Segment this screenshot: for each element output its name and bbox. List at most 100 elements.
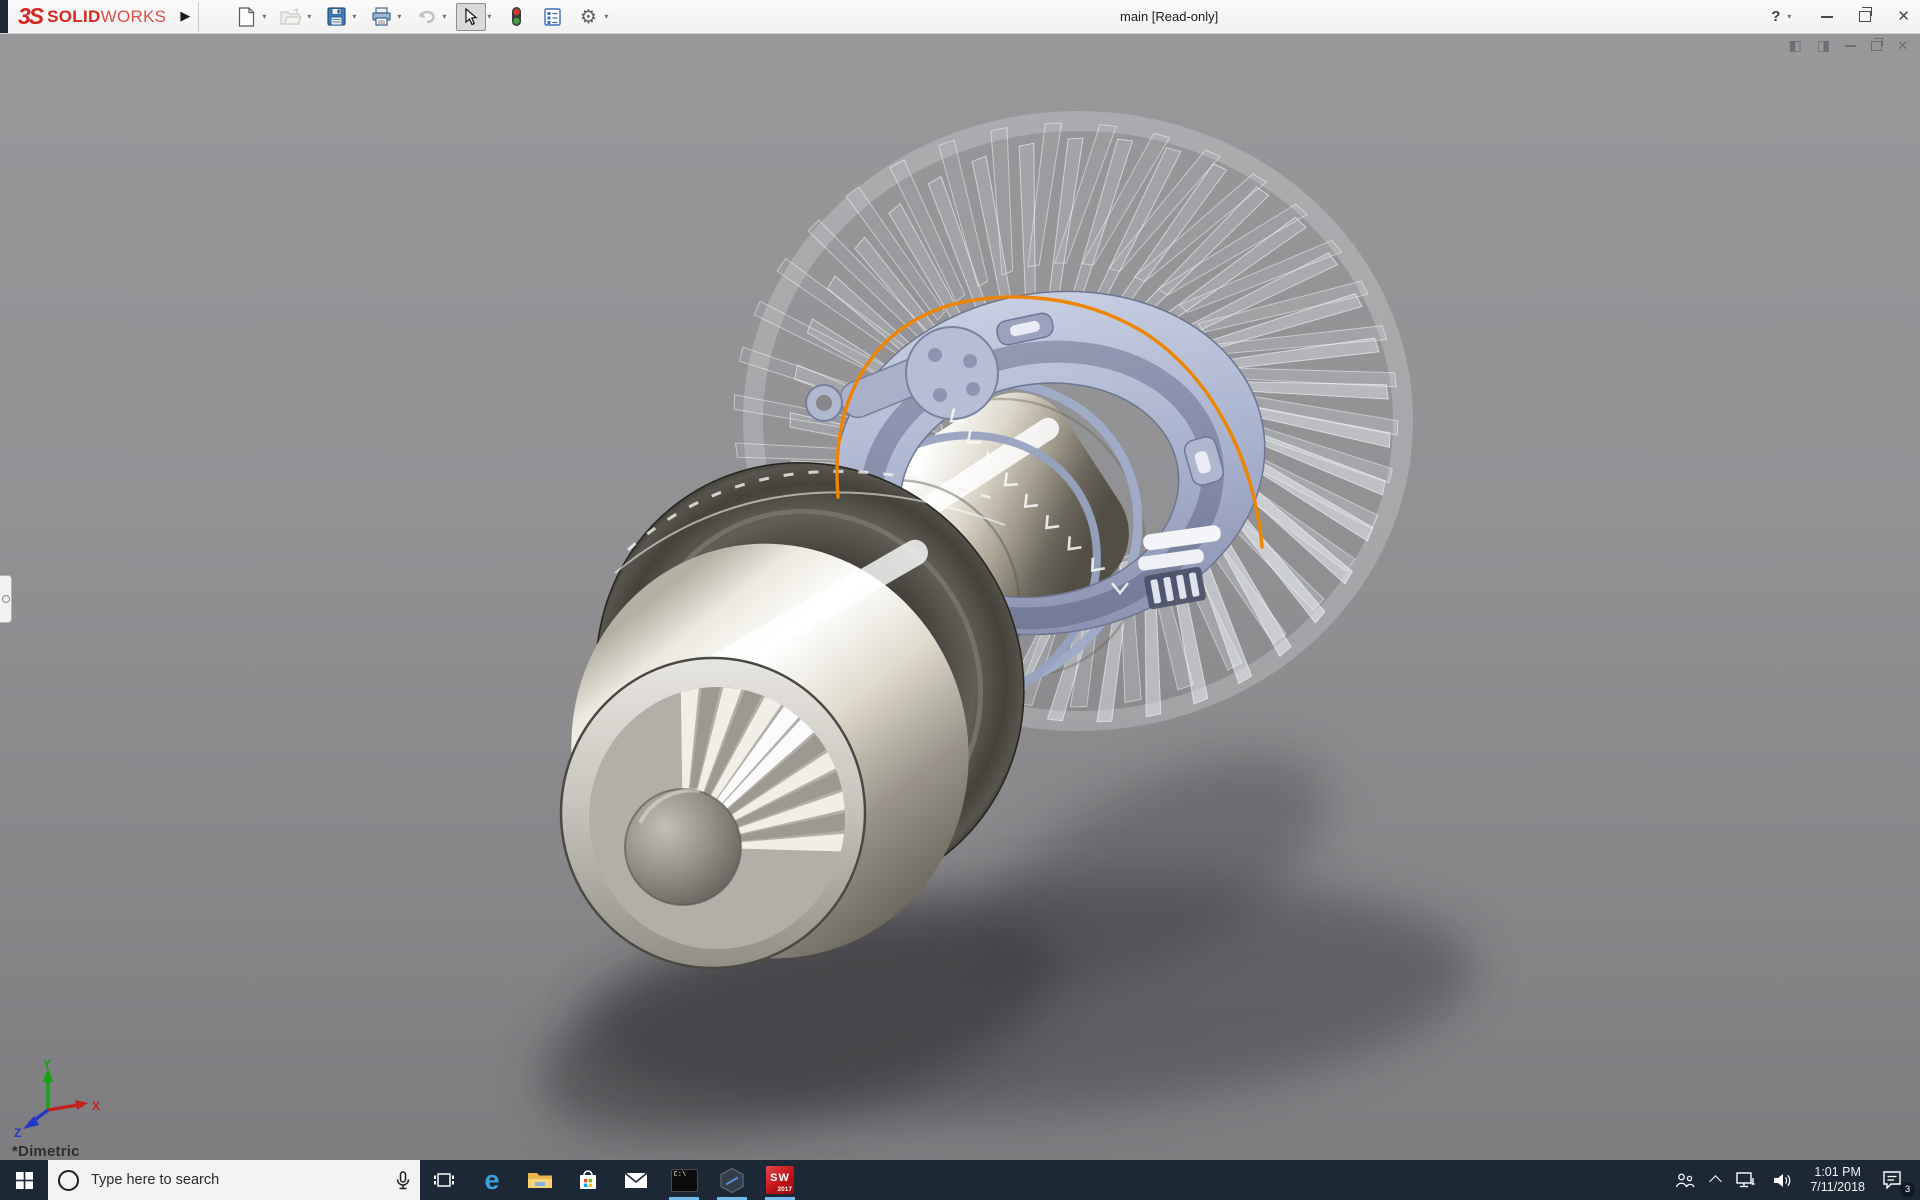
- brand-strip: [0, 0, 8, 33]
- taskbar-app-edge[interactable]: e: [468, 1160, 516, 1200]
- edge-icon: e: [484, 1164, 500, 1195]
- taskbar-app-hexagon[interactable]: [708, 1160, 756, 1200]
- file-properties-button[interactable]: [537, 3, 567, 31]
- triad-y-axis: Y: [42, 1058, 54, 1110]
- options-button[interactable]: ⚙: [573, 3, 603, 31]
- pane-toggle-right-icon[interactable]: ◨: [1817, 39, 1830, 53]
- system-tray: 1:01 PM 7/11/2018 3: [1667, 1160, 1920, 1200]
- help-button[interactable]: ?: [1771, 8, 1780, 25]
- solidworks-logo: 3S SOLID WORKS: [8, 0, 174, 33]
- svg-text:X: X: [92, 1099, 100, 1113]
- tray-overflow-button[interactable]: [1703, 1160, 1728, 1200]
- open-button[interactable]: [276, 3, 306, 31]
- new-document-icon: [238, 6, 254, 27]
- engine-hub[interactable]: [624, 788, 742, 906]
- close-button[interactable]: ✕: [1897, 9, 1910, 24]
- feature-tree-collapsed-tab[interactable]: [0, 575, 12, 623]
- microphone-icon[interactable]: [396, 1170, 410, 1190]
- restore-icon: [1862, 7, 1873, 16]
- save-dropdown-caret[interactable]: ▾: [351, 12, 360, 21]
- doc-restore-icon: [1874, 38, 1884, 46]
- speaker-icon: [1774, 1173, 1791, 1187]
- file-explorer-icon: [528, 1173, 552, 1188]
- people-icon: [1676, 1173, 1695, 1187]
- help-dropdown-caret[interactable]: ▾: [1786, 12, 1795, 21]
- svg-text:Z: Z: [14, 1126, 21, 1138]
- file-properties-icon: [544, 7, 561, 26]
- print-icon: [372, 7, 391, 26]
- undo-dropdown-caret[interactable]: ▾: [441, 12, 450, 21]
- store-icon: [580, 1170, 596, 1189]
- print-button[interactable]: [366, 3, 396, 31]
- app-titlebar: 3S SOLID WORKS ▶ ▾ ▾ ▾ ▾ ▾ ▾ ⚙ ▾ main [R…: [0, 0, 1920, 34]
- gear-icon: ⚙: [579, 5, 597, 28]
- people-tray-button[interactable]: [1667, 1160, 1703, 1200]
- task-view-button[interactable]: [420, 1160, 468, 1200]
- action-center-button[interactable]: 3: [1874, 1160, 1916, 1200]
- chevron-up-icon: [1709, 1175, 1723, 1188]
- new-dropdown-caret[interactable]: ▾: [261, 12, 270, 21]
- open-folder-icon: [280, 7, 303, 25]
- cortana-search-icon: [58, 1169, 79, 1191]
- save-button[interactable]: [321, 3, 351, 31]
- toolbar-separator: [198, 1, 200, 32]
- clock-tray-button[interactable]: 1:01 PM 7/11/2018: [1801, 1160, 1874, 1200]
- tray-time: 1:01 PM: [1814, 1165, 1861, 1179]
- ds-logo-mark-icon: 3S: [18, 3, 44, 29]
- new-document-button[interactable]: [231, 3, 261, 31]
- windows-logo-icon: [15, 1171, 33, 1189]
- mail-icon: [624, 1171, 648, 1188]
- select-cursor-icon: [465, 7, 478, 25]
- taskbar-app-solidworks[interactable]: SW 2017: [756, 1160, 804, 1200]
- menu-flyout-arrow[interactable]: ▶: [174, 9, 196, 24]
- graphics-viewport[interactable]: ◧ ◨ ✕ Y X Z *Dimetric: [0, 33, 1920, 1160]
- taskbar-app-command-prompt[interactable]: C:\: [660, 1160, 708, 1200]
- brand-name-bold: SOLID: [47, 6, 101, 26]
- undo-arrow-icon: [419, 10, 436, 23]
- pane-toggle-left-icon[interactable]: ◧: [1789, 39, 1802, 53]
- window-controls: ? ▾ ✕: [1771, 0, 1910, 33]
- notification-badge: 3: [1900, 1182, 1915, 1197]
- network-icon: [1736, 1172, 1755, 1188]
- save-floppy-icon: [327, 7, 346, 26]
- undo-button[interactable]: [411, 3, 441, 31]
- view-orientation-label: *Dimetric: [12, 1143, 80, 1160]
- start-button[interactable]: [0, 1160, 48, 1200]
- select-dropdown-caret[interactable]: ▾: [486, 12, 495, 21]
- document-title: main [Read-only]: [1120, 9, 1219, 24]
- taskbar: e C:\ SW: [0, 1160, 1920, 1200]
- taskbar-app-mail[interactable]: [612, 1160, 660, 1200]
- doc-minimize-button[interactable]: [1845, 45, 1857, 47]
- rebuild-button[interactable]: [501, 3, 531, 31]
- command-prompt-icon: C:\: [670, 1168, 698, 1192]
- taskbar-app-store[interactable]: [564, 1160, 612, 1200]
- restore-button[interactable]: [1859, 7, 1873, 22]
- doc-close-button[interactable]: ✕: [1897, 40, 1908, 53]
- open-dropdown-caret[interactable]: ▾: [306, 12, 315, 21]
- tray-date: 7/11/2018: [1810, 1180, 1865, 1194]
- quick-access-toolbar: ▾ ▾ ▾ ▾ ▾ ▾ ⚙ ▾: [231, 2, 618, 31]
- select-tool-button[interactable]: [456, 2, 487, 31]
- minimize-button[interactable]: [1821, 15, 1834, 18]
- pin-icon: [2, 595, 10, 603]
- taskbar-app-file-explorer[interactable]: [516, 1160, 564, 1200]
- brand-name-light: WORKS: [100, 6, 167, 26]
- document-window-controls: ◧ ◨ ✕: [1789, 38, 1908, 53]
- doc-restore-button[interactable]: [1871, 38, 1884, 51]
- action-center-icon: [1883, 1171, 1901, 1189]
- search-input[interactable]: [89, 1171, 386, 1189]
- network-tray-button[interactable]: [1728, 1160, 1765, 1200]
- print-dropdown-caret[interactable]: ▾: [396, 12, 405, 21]
- options-dropdown-caret[interactable]: ▾: [603, 12, 612, 21]
- hexagon-app-icon: [720, 1167, 744, 1193]
- volume-tray-button[interactable]: [1765, 1160, 1801, 1200]
- rebuild-traffic-light-icon: [511, 7, 521, 26]
- solidworks-2017-icon: SW 2017: [766, 1166, 794, 1194]
- task-view-icon: [434, 1173, 454, 1187]
- svg-text:Y: Y: [43, 1058, 51, 1071]
- triad-z-axis: Z: [14, 1108, 50, 1138]
- orientation-triad: Y X Z: [14, 1058, 100, 1138]
- taskbar-search[interactable]: [48, 1160, 420, 1200]
- engine-model[interactable]: [0, 33, 1920, 1160]
- triad-x-axis: X: [47, 1099, 100, 1113]
